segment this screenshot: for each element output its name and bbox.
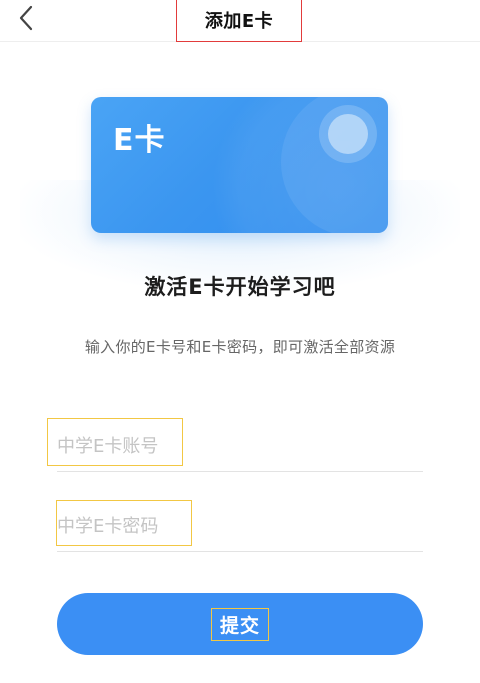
back-button[interactable] <box>8 2 44 34</box>
card-circle-decoration-inner <box>328 114 368 154</box>
account-field <box>57 422 423 472</box>
ecard-illustration: E卡 <box>91 97 388 233</box>
password-input[interactable] <box>57 508 423 544</box>
account-input[interactable] <box>57 428 423 464</box>
submit-label-highlight: 提交 <box>210 607 269 641</box>
add-ecard-screen: 添加E卡 E卡 激活E卡开始学习吧 输入你的E卡号和E卡密码，即可激活全部资源 … <box>0 0 480 683</box>
title-highlight: 添加E卡 <box>176 0 302 42</box>
chevron-left-icon <box>19 5 33 31</box>
submit-button[interactable]: 提交 <box>57 593 423 655</box>
activation-heading: 激活E卡开始学习吧 <box>144 275 336 299</box>
activation-subtitle: 输入你的E卡号和E卡密码，即可激活全部资源 <box>84 338 396 356</box>
page-title: 添加E卡 <box>204 11 274 32</box>
card-label: E卡 <box>113 123 166 158</box>
submit-label: 提交 <box>219 615 260 637</box>
password-field <box>57 502 423 552</box>
header-bar: 添加E卡 <box>0 0 480 42</box>
